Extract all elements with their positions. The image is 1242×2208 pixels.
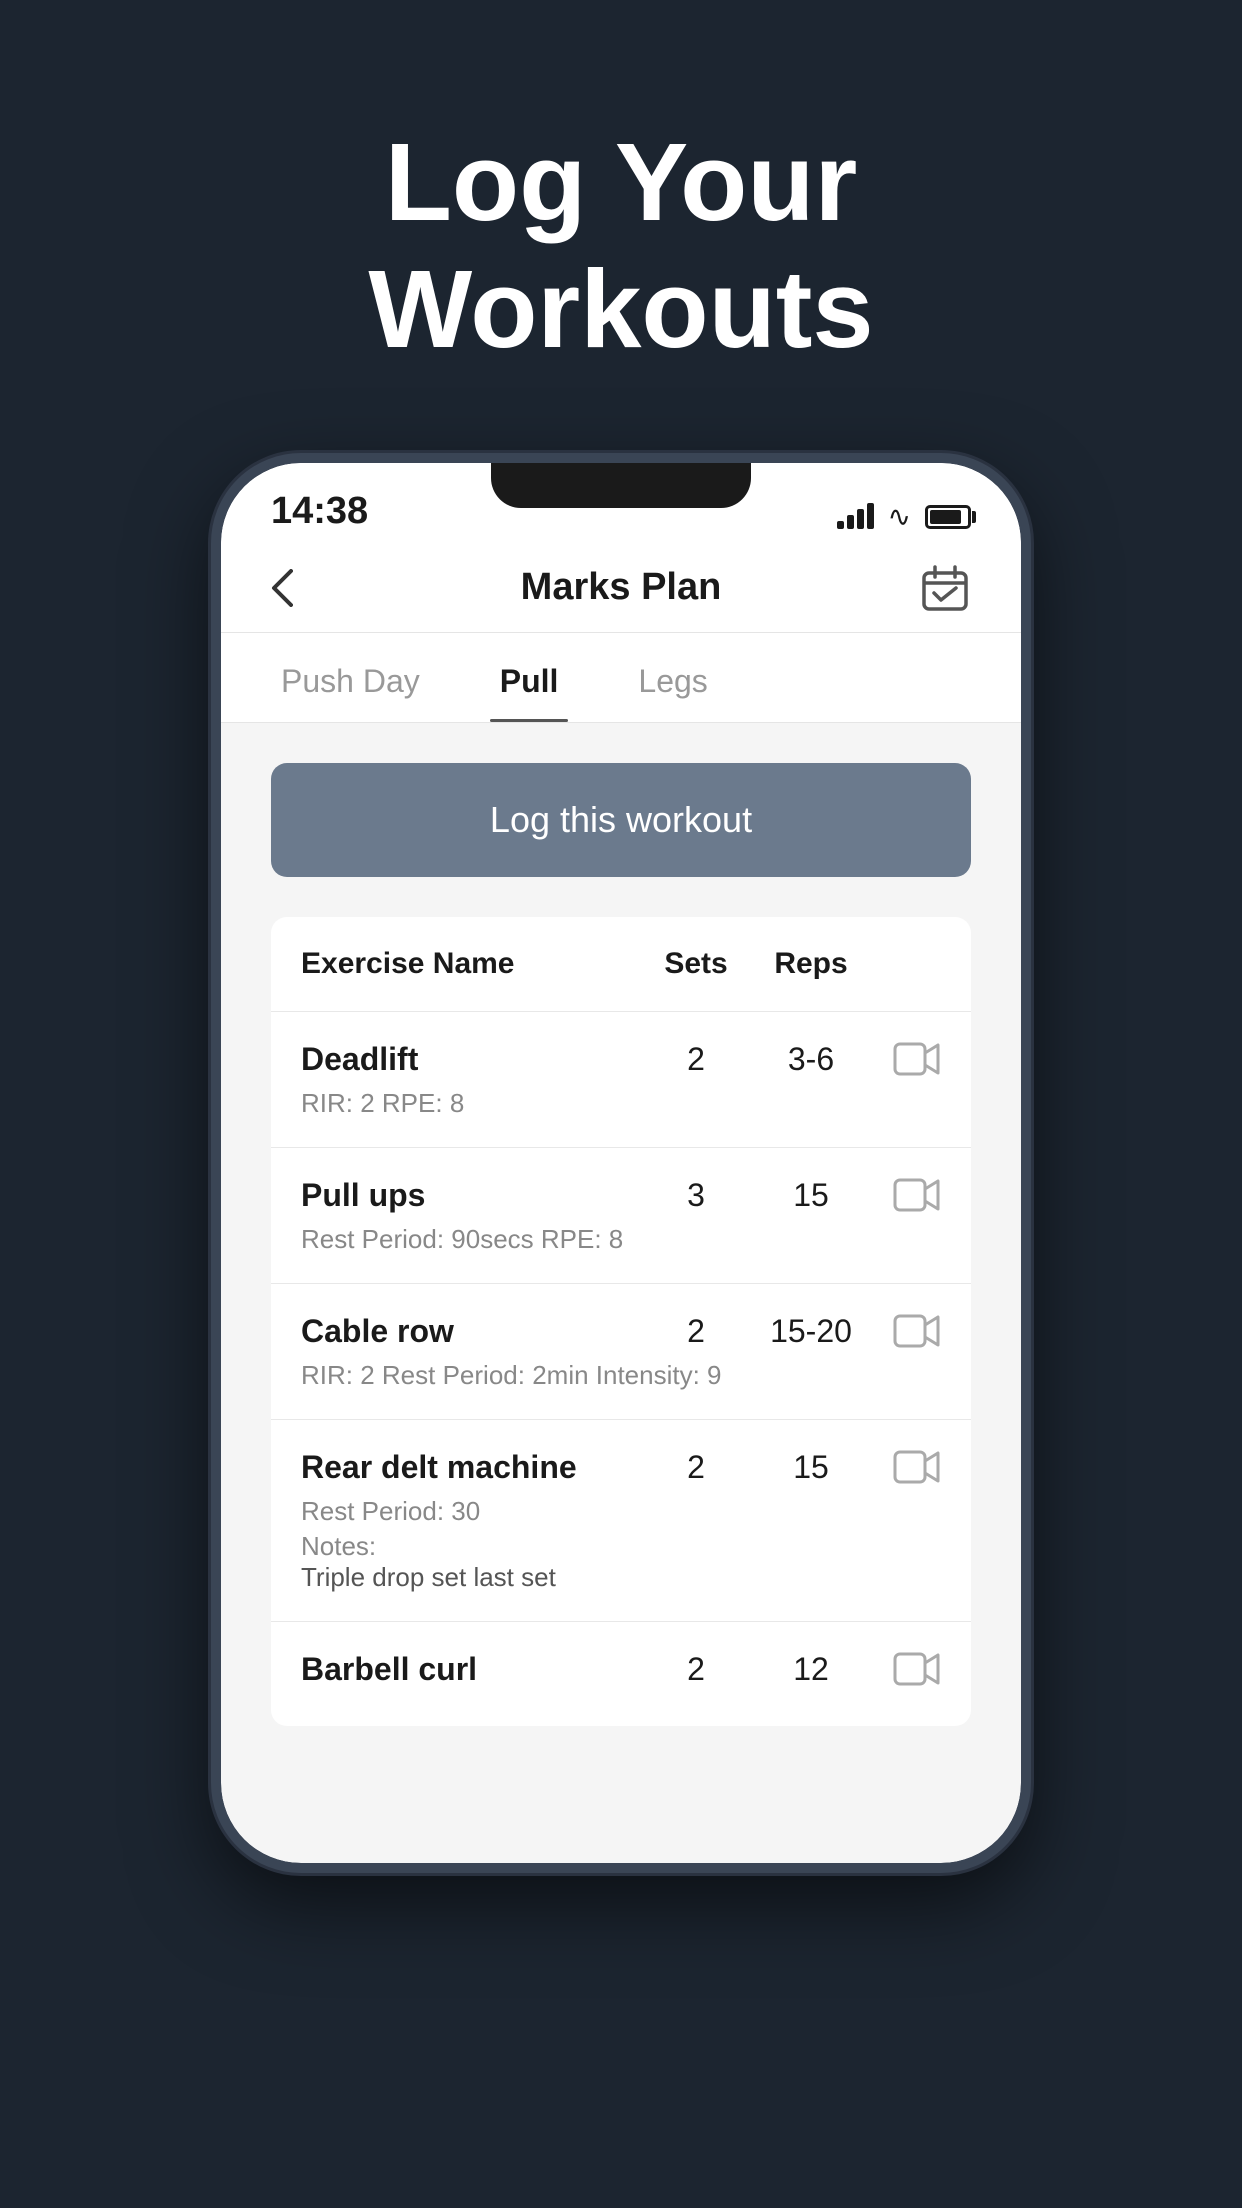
log-workout-button[interactable]: Log this workout	[271, 763, 971, 877]
calendar-button[interactable]	[919, 562, 971, 614]
exercise-reps: 15	[751, 1449, 871, 1486]
table-header: Exercise Name Sets Reps	[271, 917, 971, 1012]
table-row: Rear delt machine 2 15 Rest Period: 30	[271, 1420, 971, 1622]
exercise-details: Rest Period: 30	[301, 1496, 941, 1527]
exercise-details: RIR: 2 RPE: 8	[301, 1088, 941, 1119]
phone-screen: 14:38 ∿	[221, 463, 1021, 1863]
exercise-table: Exercise Name Sets Reps Deadlift 2 3-6	[271, 917, 971, 1726]
exercise-note-text: Triple drop set last set	[301, 1562, 556, 1592]
hero-title: Log Your Workouts	[368, 120, 873, 373]
exercise-reps: 15-20	[751, 1313, 871, 1350]
tab-legs[interactable]: Legs	[628, 633, 717, 722]
table-row: Barbell curl 2 12	[271, 1622, 971, 1726]
content-area: Log this workout Exercise Name Sets Reps…	[221, 723, 1021, 1726]
exercise-name: Barbell curl	[301, 1651, 641, 1688]
exercise-main-cablerow: Cable row 2 15-20	[301, 1312, 941, 1350]
phone-mockup: 14:38 ∿	[191, 453, 1051, 1873]
status-icons: ∿	[837, 500, 971, 533]
tab-push-day[interactable]: Push Day	[271, 633, 430, 722]
battery-icon	[925, 505, 971, 529]
exercise-name: Cable row	[301, 1313, 641, 1350]
signal-bar-4	[867, 503, 874, 529]
exercise-main-pullups: Pull ups 3 15	[301, 1176, 941, 1214]
exercise-name: Deadlift	[301, 1041, 641, 1078]
header-reps: Reps	[751, 947, 871, 981]
header-sets: Sets	[641, 947, 751, 981]
exercise-name: Rear delt machine	[301, 1449, 641, 1486]
exercise-sets: 2	[641, 1449, 751, 1486]
signal-bar-1	[837, 521, 844, 529]
signal-bar-2	[847, 515, 854, 529]
exercise-sets: 3	[641, 1177, 751, 1214]
video-icon[interactable]	[871, 1312, 941, 1350]
exercise-main-deadlift: Deadlift 2 3-6	[301, 1040, 941, 1078]
phone-frame: 14:38 ∿	[211, 453, 1031, 1873]
exercise-reps: 15	[751, 1177, 871, 1214]
exercise-details: Rest Period: 90secs RPE: 8	[301, 1224, 941, 1255]
video-icon[interactable]	[871, 1650, 941, 1688]
exercise-sets: 2	[641, 1651, 751, 1688]
status-time: 14:38	[271, 490, 368, 533]
phone-button-volume-up	[211, 683, 215, 763]
wifi-icon: ∿	[888, 500, 911, 533]
phone-button-power	[1027, 743, 1031, 863]
table-row: Cable row 2 15-20 RIR: 2 Rest Period: 2m…	[271, 1284, 971, 1420]
video-icon[interactable]	[871, 1448, 941, 1486]
signal-bar-3	[857, 509, 864, 529]
video-icon[interactable]	[871, 1176, 941, 1214]
phone-button-volume-down	[211, 783, 215, 863]
tab-pull[interactable]: Pull	[490, 633, 569, 722]
exercise-name: Pull ups	[301, 1177, 641, 1214]
back-button[interactable]	[271, 569, 293, 607]
battery-fill	[930, 510, 961, 524]
video-icon[interactable]	[871, 1040, 941, 1078]
exercise-main-reardelt: Rear delt machine 2 15	[301, 1448, 941, 1486]
exercise-sets: 2	[641, 1313, 751, 1350]
exercise-sets: 2	[641, 1041, 751, 1078]
exercise-notes: Notes: Triple drop set last set	[301, 1531, 941, 1593]
tabs-container: Push Day Pull Legs	[221, 633, 1021, 723]
exercise-main-barbellcurl: Barbell curl 2 12	[301, 1650, 941, 1688]
signal-icon	[837, 505, 874, 529]
nav-bar: Marks Plan	[221, 543, 1021, 633]
nav-title: Marks Plan	[521, 566, 722, 609]
exercise-reps: 12	[751, 1651, 871, 1688]
table-row: Pull ups 3 15 Rest Period: 90secs RPE: 8	[271, 1148, 971, 1284]
phone-notch	[491, 463, 751, 508]
header-exercise-name: Exercise Name	[301, 947, 641, 981]
exercise-reps: 3-6	[751, 1041, 871, 1078]
exercise-details: RIR: 2 Rest Period: 2min Intensity: 9	[301, 1360, 941, 1391]
table-row: Deadlift 2 3-6 RIR: 2 RPE: 8	[271, 1012, 971, 1148]
